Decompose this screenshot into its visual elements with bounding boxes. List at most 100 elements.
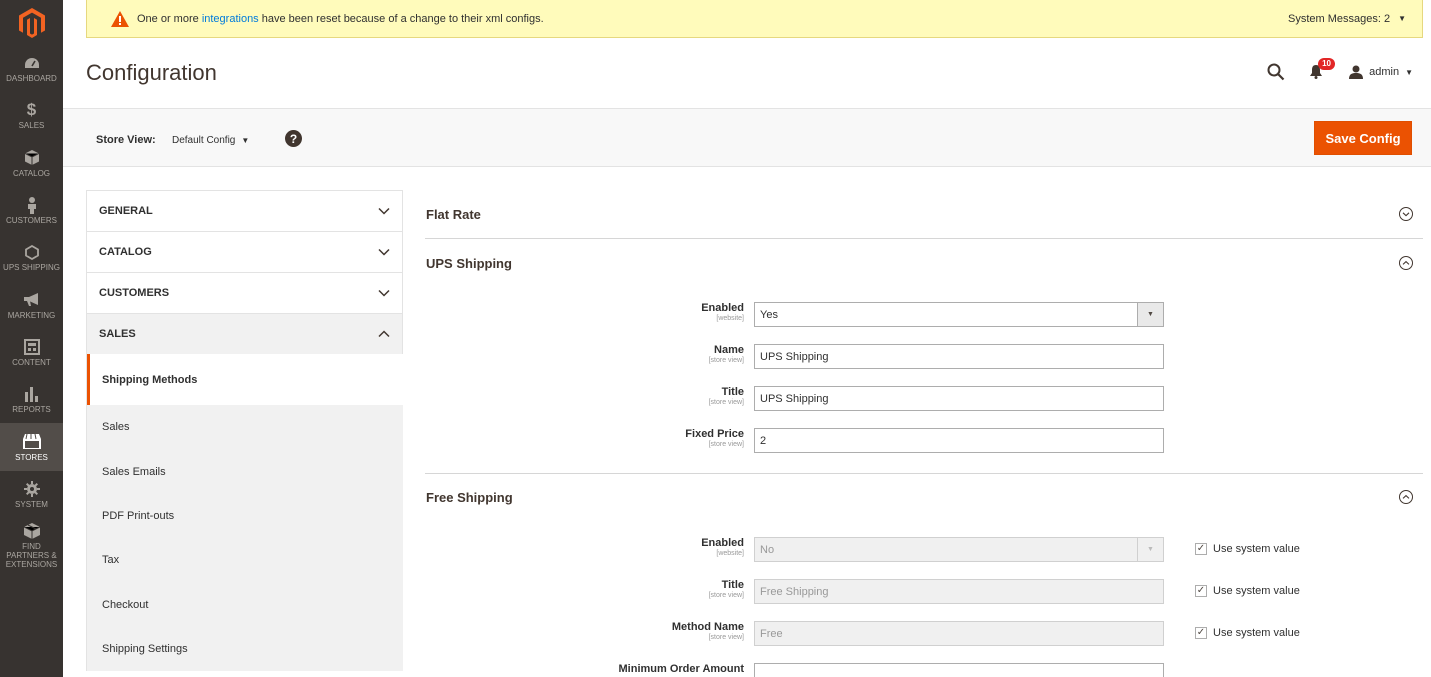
ups-enabled-label: Enabled [701,302,744,314]
free-method-name-scope: [store view] [708,634,744,641]
ups-enabled-value: Yes [760,308,778,321]
checkbox-checked-icon[interactable]: ✓ [1195,585,1207,597]
layout-icon [23,338,40,356]
free-enabled-scope: [website] [716,550,744,557]
admin-sidebar: DASHBOARD $ SALES CATALOG CUSTOMERS UPS … [0,0,63,677]
nav-customers[interactable]: CUSTOMERS [0,187,63,234]
gear-icon [23,480,40,498]
free-enabled-select: No ▼ [754,537,1164,562]
system-messages-count: System Messages: 2 [1287,12,1391,25]
search-icon[interactable] [1267,63,1285,81]
subnav-sales-emails[interactable]: Sales Emails [87,449,403,493]
ups-name-input[interactable]: UPS Shipping [754,344,1164,369]
subnav-tax[interactable]: Tax [87,538,403,582]
box-icon [23,522,40,540]
person-icon [26,196,38,214]
ups-title-scope: [store view] [708,399,744,406]
nav-reports-label: REPORTS [12,405,51,415]
chevron-down-icon [378,207,390,215]
free-method-name-use-system[interactable]: ✓ Use system value [1195,627,1300,639]
store-icon [22,433,41,451]
chevron-down-icon [378,248,390,256]
magento-logo[interactable] [0,0,63,45]
free-title-input: Free Shipping [754,579,1164,604]
free-title-label: Title [721,579,744,591]
nav-stores-label: STORES [15,452,48,462]
free-enabled-use-system[interactable]: ✓ Use system value [1195,543,1300,555]
free-min-order-label: Minimum Order Amount [618,663,744,675]
ups-fixed-price-input[interactable]: 2 [754,428,1164,453]
store-view-switcher[interactable]: Default Config ▼ [172,135,249,146]
free-min-order-input[interactable] [754,663,1164,677]
nav-reports[interactable]: REPORTS [0,376,63,423]
subnav-pdf-printouts[interactable]: PDF Print-outs [87,494,403,538]
nav-marketing[interactable]: MARKETING [0,281,63,328]
nav-content[interactable]: CONTENT [0,329,63,376]
nav-find-partners[interactable]: FIND PARTNERS & EXTENSIONS [0,518,63,574]
save-config-button[interactable]: Save Config [1314,121,1412,155]
ups-name-label: Name [714,344,744,356]
free-title-label-group: Title [store view] [514,579,744,600]
help-icon[interactable]: ? [285,130,302,147]
system-messages-toggle[interactable]: System Messages: 2 ▼ [1288,13,1406,25]
tab-sales[interactable]: SALES [86,313,403,354]
free-method-name-label: Method Name [671,621,744,633]
nav-find-partners-label: FIND PARTNERS & EXTENSIONS [5,542,58,570]
integrations-link[interactable]: integrations [202,13,259,25]
nav-system[interactable]: SYSTEM [0,471,63,518]
section-ups-title: UPS Shipping [426,255,512,271]
subnav-sales[interactable]: Sales [87,405,403,449]
notifications-button[interactable]: 10 [1309,58,1336,80]
use-system-value-label: Use system value [1213,585,1300,597]
nav-sales[interactable]: $ SALES [0,92,63,139]
tab-sales-label: SALES [99,328,136,340]
ups-enabled-scope: [website] [716,315,744,322]
ups-name-label-group: Name [store view] [514,344,744,365]
tab-catalog-label: CATALOG [99,246,152,258]
header-actions: 10 admin ▼ [1267,58,1413,84]
nav-customers-label: CUSTOMERS [6,216,57,226]
nav-system-label: SYSTEM [15,499,48,509]
ups-enabled-label-group: Enabled [website] [514,302,744,323]
section-free-title: Free Shipping [426,489,513,505]
cube-icon [24,149,39,167]
nav-content-label: CONTENT [12,357,51,367]
dollar-icon: $ [26,100,37,120]
tab-general[interactable]: GENERAL [86,190,403,231]
section-ups-shipping[interactable]: UPS Shipping [425,239,1423,287]
nav-dashboard[interactable]: DASHBOARD [0,45,63,92]
message-text-after: have been reset because of a change to t… [258,12,544,25]
nav-catalog[interactable]: CATALOG [0,140,63,187]
tab-catalog[interactable]: CATALOG [86,231,403,272]
caret-down-icon: ▼ [1137,303,1163,326]
section-flat-rate[interactable]: Flat Rate [425,190,1423,238]
collapse-circle-icon [1399,490,1413,504]
chevron-up-icon [378,330,390,338]
page-title: Configuration [86,60,217,85]
section-flat-rate-title: Flat Rate [426,206,481,222]
nav-ups-shipping[interactable]: UPS SHIPPING [0,234,63,281]
free-method-name-input: Free [754,621,1164,646]
user-menu[interactable]: admin ▼ [1349,65,1413,79]
caret-down-icon: ▼ [1398,14,1406,23]
nav-stores[interactable]: STORES [0,423,63,471]
use-system-value-label: Use system value [1213,627,1300,639]
checkbox-checked-icon[interactable]: ✓ [1195,627,1207,639]
store-view-bar: Store View: Default Config ▼ ? Save Conf… [63,108,1431,167]
tab-customers-label: CUSTOMERS [99,287,170,299]
ups-title-input[interactable]: UPS Shipping [754,386,1164,411]
collapse-circle-icon [1399,256,1413,270]
ups-enabled-select[interactable]: Yes ▼ [754,302,1164,327]
tab-customers[interactable]: CUSTOMERS [86,272,403,313]
nav-marketing-label: MARKETING [7,310,56,320]
subnav-shipping-methods[interactable]: Shipping Methods [87,354,403,405]
free-title-use-system[interactable]: ✓ Use system value [1195,585,1300,597]
system-message-text: One or more integrations have been reset… [137,13,544,25]
fields-layer: Enabled [website] Yes ▼ Name [store view… [425,0,1423,677]
free-enabled-label: Enabled [701,537,744,549]
subnav-shipping-settings[interactable]: Shipping Settings [87,627,403,671]
section-free-shipping[interactable]: Free Shipping [425,473,1423,521]
ups-fixed-price-label-group: Fixed Price [store view] [514,428,744,449]
subnav-checkout[interactable]: Checkout [87,583,403,627]
checkbox-checked-icon[interactable]: ✓ [1195,543,1207,555]
